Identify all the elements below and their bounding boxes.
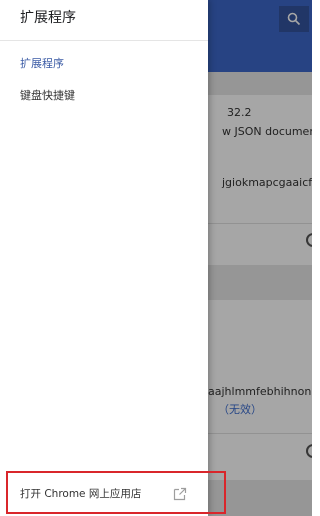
navigation-drawer: 扩展程序 扩展程序 键盘快捷键 打开 Chrome 网上应用店 [0,0,208,516]
drawer-title: 扩展程序 [20,10,76,26]
web-store-label: 打开 Chrome 网上应用店 [20,488,142,500]
open-in-new-icon [173,487,187,501]
open-web-store-link[interactable]: 打开 Chrome 网上应用店 [0,478,208,514]
nav-item-extensions[interactable]: 扩展程序 [20,57,64,71]
drawer-header: 扩展程序 [0,0,208,41]
nav-item-keyboard-shortcuts[interactable]: 键盘快捷键 [20,89,75,103]
